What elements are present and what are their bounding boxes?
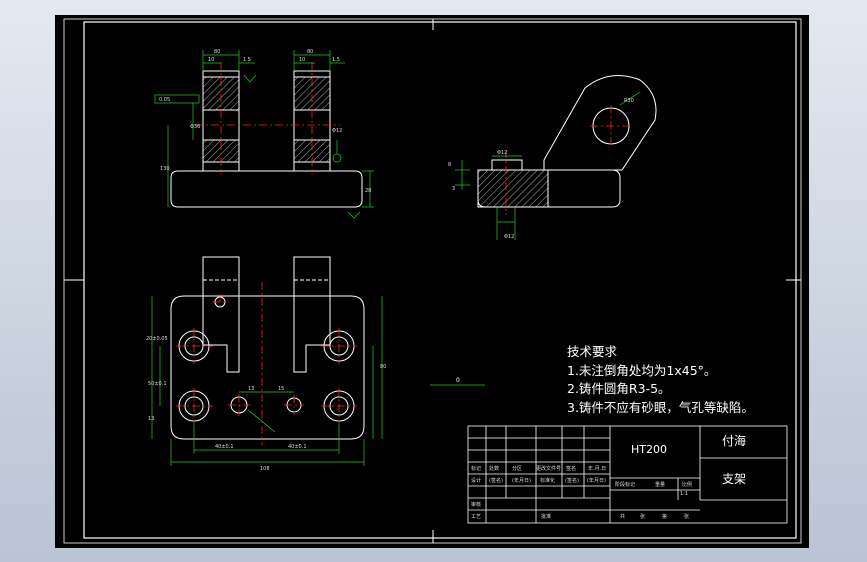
dim-text: 80 <box>380 364 386 370</box>
tb-label: 工艺 <box>471 514 482 520</box>
tolerance-text: 0.05 <box>159 97 170 103</box>
dim-text: 50±0.1 <box>148 381 167 387</box>
dim-text: 130 <box>160 166 170 172</box>
dim-text: 10 <box>299 57 305 63</box>
note-item-2: 2.铸件圆角R3-5。 <box>567 381 671 396</box>
tb-label: 处数 <box>489 466 500 472</box>
tb-label: 分区 <box>512 466 523 472</box>
tb-label: 批准 <box>541 514 552 520</box>
tb-label: 第 <box>662 514 668 520</box>
tb-label: 审核 <box>471 502 482 508</box>
scale-text: 1:1 <box>680 491 689 497</box>
tb-label: 张 <box>684 514 690 520</box>
technical-notes: 技术要求 1.未注倒角处均为1x45°。 2.铸件圆角R3-5。 3.铸件不应有… <box>567 343 754 417</box>
part-name-text: 支架 <box>722 472 747 486</box>
dim-text: 15 <box>278 386 284 392</box>
zero-label: 0 <box>456 377 460 384</box>
dim-text: 13 <box>148 416 154 422</box>
dim-text: 1.5 <box>243 57 251 63</box>
dim-text: Φ12 <box>332 128 342 134</box>
tb-label: 比例 <box>682 482 693 488</box>
tb-label: (年月日) <box>587 478 606 484</box>
dim-text: 13 <box>248 386 254 392</box>
tb-label: 标准化 <box>540 478 556 484</box>
dim-text: Φ12 <box>497 150 507 156</box>
dim-text: 10 <box>208 57 214 63</box>
material-text: HT200 <box>631 443 667 456</box>
dim-text: 1.5 <box>332 57 340 63</box>
note-item-3: 3.铸件不应有砂眼，气孔等缺陷。 <box>567 399 754 415</box>
dim-text: 8 <box>448 162 451 168</box>
tb-label: (签名) <box>565 478 579 484</box>
dim-text: 80 <box>307 49 313 55</box>
tb-label: (签名) <box>489 478 503 484</box>
note-item-1: 1.未注倒角处均为1x45°。 <box>567 362 717 378</box>
tb-label: 重量 <box>655 482 666 488</box>
tb-label: 阶段标记 <box>615 482 636 488</box>
tb-label: 张 <box>640 514 646 520</box>
tb-label: 标记 <box>471 466 482 472</box>
tb-label: (年月日) <box>512 478 531 484</box>
tb-label: 年.月.日 <box>588 466 607 472</box>
dim-text: 108 <box>260 466 270 472</box>
dim-text: 3 <box>452 186 455 192</box>
dim-text: 28 <box>365 188 371 194</box>
dim-text: 20±0.05 <box>146 336 168 342</box>
tb-label: 设计 <box>471 478 482 484</box>
author-text: 付海 <box>722 434 747 448</box>
dim-text: Φ12 <box>504 234 514 240</box>
tb-label: 签名 <box>566 466 577 472</box>
tb-label: 共 <box>620 514 626 520</box>
tb-label: 更改文件号 <box>536 466 562 472</box>
notes-title: 技术要求 <box>567 344 618 359</box>
dim-text: 80 <box>214 49 220 55</box>
dim-text: 40±0.1 <box>288 444 307 450</box>
dim-text: R30 <box>624 98 634 104</box>
dim-text: Φ36 <box>190 124 200 130</box>
dim-text: 40±0.1 <box>215 444 234 450</box>
